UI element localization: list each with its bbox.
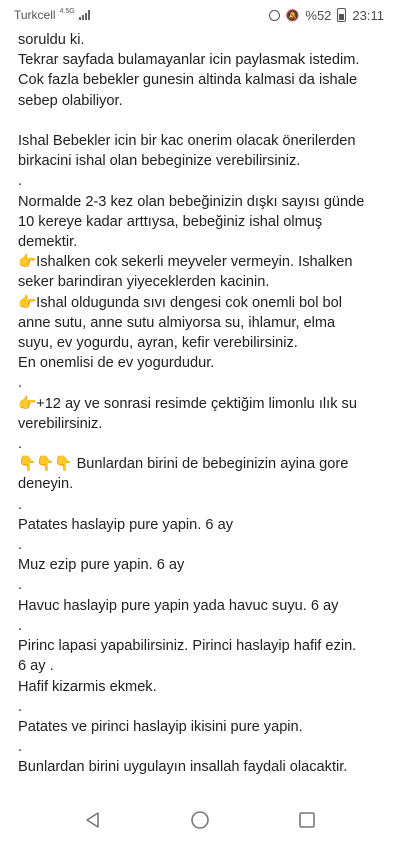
- article-line: .: [18, 698, 23, 715]
- article-line: .: [18, 496, 23, 513]
- article-line: 👉Ishal oldugunda sıvı dengesi cok onemli…: [18, 294, 343, 311]
- article-line: 6 ay .: [18, 658, 54, 675]
- article-line: .: [18, 173, 23, 190]
- mute-icon: 🔕: [285, 9, 300, 22]
- article-line: 10 kereye kadar arttıysa, bebeğiniz isha…: [18, 213, 323, 230]
- status-bar: Turkcell 4.5G 🔕 %52 23:11: [0, 0, 400, 30]
- recents-button[interactable]: [283, 796, 331, 844]
- article-line: .: [18, 436, 23, 453]
- article-line: .: [18, 537, 23, 554]
- article-line: Cok fazla bebekler gunesin altinda kalma…: [18, 72, 358, 89]
- article-line: 👇👇👇 Bunlardan birini de bebeginizin ayin…: [18, 456, 349, 473]
- article-line: .: [18, 577, 23, 594]
- alarm-icon: [268, 9, 280, 21]
- article-line: Muz ezip pure yapin. 6 ay: [18, 557, 185, 574]
- home-icon: [191, 811, 209, 829]
- article-line: .: [18, 617, 23, 634]
- network-type: 4.5G: [59, 7, 75, 15]
- battery-percent: %52: [305, 7, 332, 23]
- article-line: birkacini ishal olan bebeginize verebili…: [18, 153, 301, 170]
- article-line: sebep olabiliyor.: [18, 92, 123, 109]
- article-line: Ishal Bebekler icin bir kac onerim olaca…: [18, 133, 356, 150]
- article-line: anne sutu, anne sutu almiyorsa su, ihlam…: [18, 314, 336, 331]
- article-line: En onemlisi de ev yogurdudur.: [18, 355, 215, 372]
- article-line: Hafif kizarmis ekmek.: [18, 678, 157, 695]
- article-line: .: [18, 375, 23, 392]
- article-line: suyu, ev yogurdu, ayran, kefir verebilir…: [18, 335, 298, 352]
- article-line: Normalde 2-3 kez olan bebeğinizin dışkı …: [18, 193, 365, 210]
- article-line: 👉+12 ay ve sonrasi resimde çektiğim limo…: [18, 395, 357, 412]
- carrier-name: Turkcell: [14, 8, 56, 22]
- article-line: 👉Ishalken cok sekerli meyveler vermeyin.…: [18, 254, 353, 271]
- back-icon: [86, 812, 100, 828]
- article-line: Tekrar sayfada bulamayanlar icin paylasm…: [18, 52, 360, 69]
- article-line: Bunlardan birini uygulayın insallah fayd…: [18, 759, 348, 776]
- article-line: deneyin.: [18, 476, 74, 493]
- article-line: Patates ve pirinci haslayip ikisini pure…: [18, 718, 303, 735]
- clock: 23:11: [352, 7, 384, 23]
- article-line: soruldu ki.: [18, 32, 85, 48]
- article-line: [18, 111, 388, 131]
- home-button[interactable]: [176, 796, 224, 844]
- article-line: Pirinc lapasi yapabilirsiniz. Pirinci ha…: [18, 638, 357, 655]
- status-left: Turkcell 4.5G: [14, 8, 90, 22]
- article-line: demektir.: [18, 234, 78, 251]
- back-button[interactable]: [69, 796, 117, 844]
- status-right: 🔕 %52 23:11: [268, 7, 384, 23]
- article-line: seker barindiran yiyeceklerden kacinin.: [18, 274, 270, 291]
- article-line: .: [18, 739, 23, 756]
- article-line: verebilirsiniz.: [18, 415, 103, 432]
- battery-icon: [337, 8, 347, 22]
- article-line: Havuc haslayip pure yapin yada havuc suy…: [18, 597, 339, 614]
- article-line: Patates haslayip pure yapin. 6 ay: [18, 516, 233, 533]
- signal-icon: [78, 10, 90, 20]
- navigation-bar: [0, 796, 400, 844]
- article-body[interactable]: soruldu ki. Tekrar sayfada bulamayanlar i…: [18, 30, 388, 794]
- recents-icon: [298, 812, 315, 828]
